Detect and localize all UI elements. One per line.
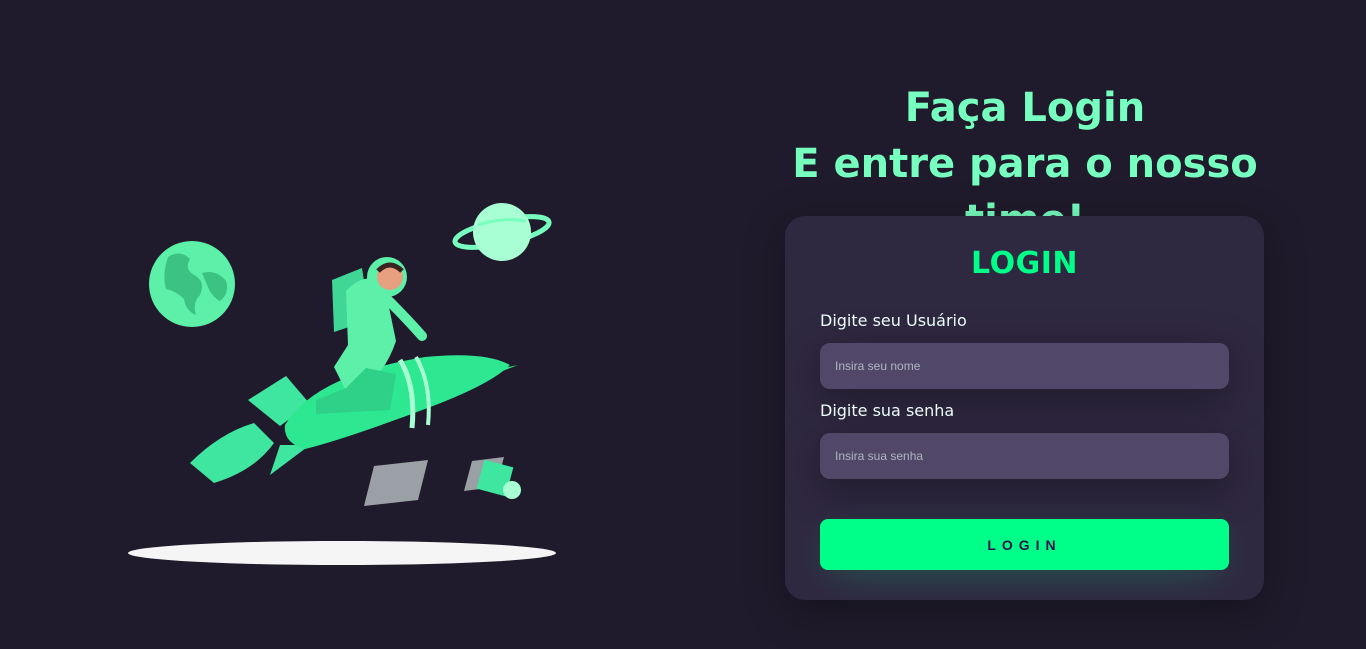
earth-icon (149, 241, 235, 327)
space-scene-graphic (128, 203, 556, 565)
password-label: Digite sua senha (820, 401, 955, 420)
login-section: Faça Login E entre para o nosso time! LO… (740, 0, 1310, 649)
username-input[interactable] (820, 343, 1229, 389)
satellite-icon (364, 457, 521, 506)
username-label: Digite seu Usuário (820, 311, 967, 330)
login-card-title: LOGIN (971, 246, 1078, 281)
astronaut-rocket-illustration (120, 195, 570, 575)
headline-line-1: Faça Login (904, 85, 1146, 131)
login-button[interactable]: LOGIN (820, 519, 1229, 570)
ground-shadow (128, 541, 556, 565)
planet-icon (452, 203, 552, 261)
login-card: LOGIN Digite seu Usuário Digite sua senh… (785, 216, 1264, 600)
password-input[interactable] (820, 433, 1229, 479)
login-page: Faça Login E entre para o nosso time! LO… (0, 0, 1366, 649)
